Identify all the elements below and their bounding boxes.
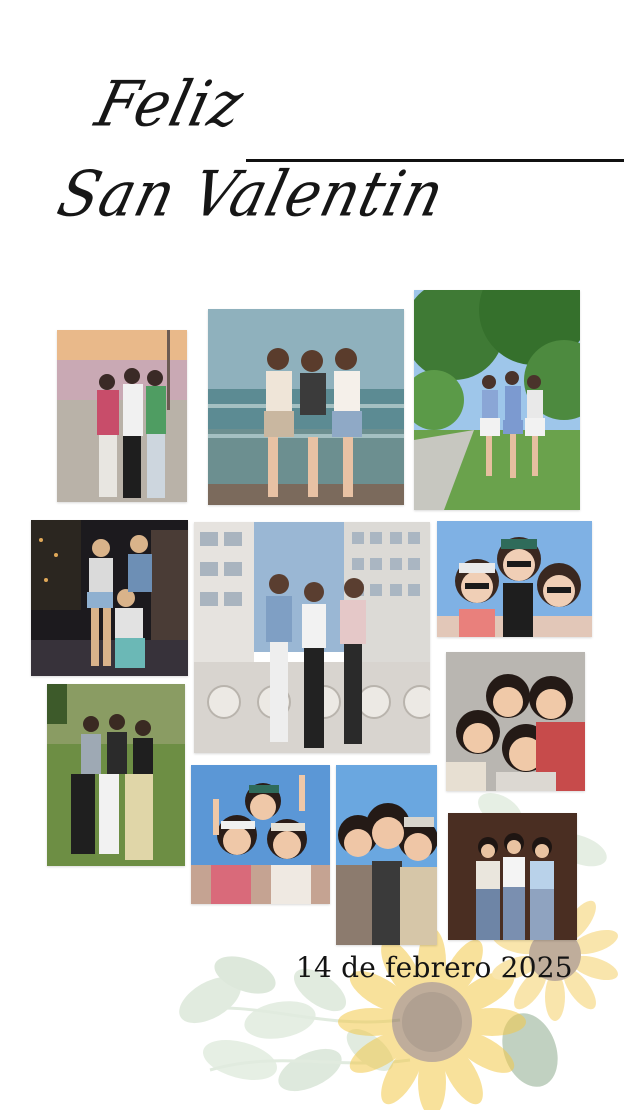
photo-sunglasses-selfie (437, 521, 592, 637)
title-line-1: Feliz (88, 67, 252, 141)
photo-indoor-selfie (446, 652, 585, 791)
photo-brown-wall (448, 813, 577, 940)
photo-park-trees (414, 290, 580, 510)
title-line-2: San Valentin (50, 157, 452, 231)
event-date: 14 de febrero 2025 (296, 951, 573, 984)
photo-night-street (31, 520, 188, 676)
photo-garden-pose (47, 684, 185, 866)
photo-pier-ice-cream (208, 309, 404, 505)
photo-close-selfie (336, 765, 437, 945)
title-underline (246, 159, 624, 162)
photo-city-bridge (194, 522, 430, 753)
photo-blue-sky-caps (191, 765, 330, 904)
invitation-card: Feliz San Valentin 14 de febrero 2025 (0, 0, 624, 1110)
photo-boardwalk-sunset (57, 330, 187, 502)
